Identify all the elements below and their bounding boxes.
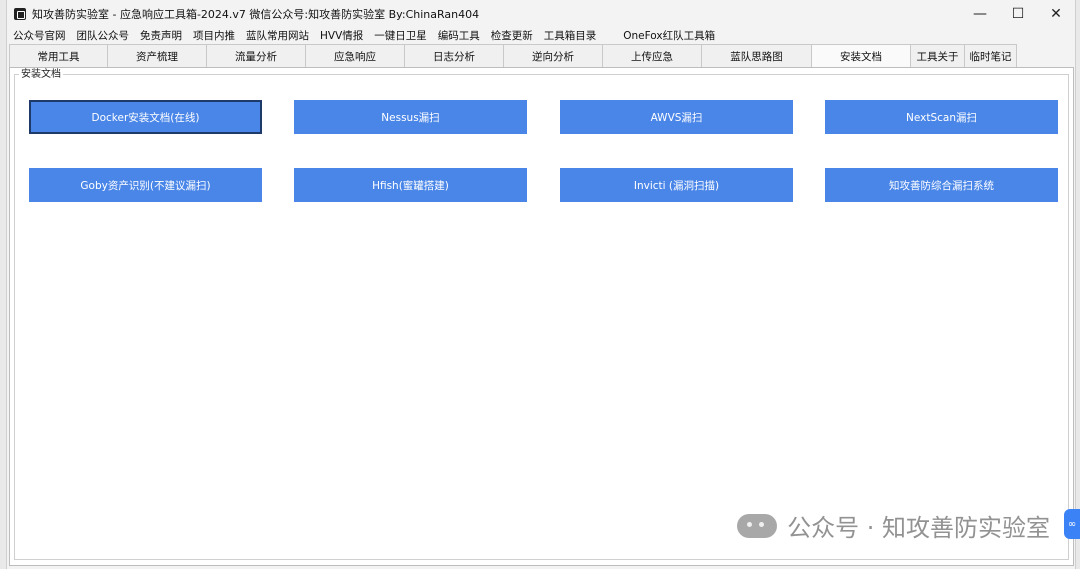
- window-title: 知攻善防实验室 - 应急响应工具箱-2024.v7 微信公众号:知攻善防实验室 …: [32, 7, 480, 21]
- menu-item-satellite[interactable]: 一键日卫星: [374, 28, 427, 43]
- tab-log-analysis[interactable]: 日志分析: [404, 44, 504, 67]
- menu-bar: 公众号官网 团队公众号 免责声明 项目内推 蓝队常用网站 HVV情报 一键日卫星…: [7, 27, 1075, 43]
- menu-item-team-account[interactable]: 团队公众号: [77, 28, 130, 43]
- nextscan-button[interactable]: NextScan漏扫: [825, 100, 1058, 134]
- tab-incident-response[interactable]: 应急响应: [305, 44, 405, 67]
- tab-panel-install-docs: 安装文档 Docker安装文档(在线) Nessus漏扫 AWVS漏扫 Next…: [9, 67, 1074, 566]
- tab-reverse-analysis[interactable]: 逆向分析: [503, 44, 603, 67]
- nessus-button[interactable]: Nessus漏扫: [294, 100, 527, 134]
- maximize-button[interactable]: ☐: [999, 0, 1037, 27]
- app-icon: [14, 7, 26, 20]
- tab-install-docs[interactable]: 安装文档: [811, 44, 911, 67]
- invicti-button[interactable]: Invicti (漏洞扫描): [560, 168, 793, 202]
- tab-bar: 常用工具 资产梳理 流量分析 应急响应 日志分析 逆向分析 上传应急 蓝队思路图…: [9, 44, 1017, 67]
- watermark: 公众号 · 知攻善防实验室: [737, 508, 1050, 543]
- goby-button[interactable]: Goby资产识别(不建议漏扫): [29, 168, 262, 202]
- minimize-button[interactable]: —: [961, 0, 999, 27]
- menu-item-official-site[interactable]: 公众号官网: [13, 28, 66, 43]
- install-docs-group: 安装文档 Docker安装文档(在线) Nessus漏扫 AWVS漏扫 Next…: [14, 69, 1069, 560]
- wechat-icon: [737, 513, 778, 538]
- menu-item-toolbox-dir[interactable]: 工具箱目录: [544, 28, 597, 43]
- menu-item-onefox[interactable]: OneFox红队工具箱: [623, 28, 715, 43]
- tab-common-tools[interactable]: 常用工具: [9, 44, 108, 67]
- menu-item-check-update[interactable]: 检查更新: [491, 28, 533, 43]
- group-label: 安装文档: [19, 69, 63, 81]
- tab-upload-response[interactable]: 上传应急: [602, 44, 702, 67]
- menu-item-hvv-intel[interactable]: HVV情报: [320, 28, 363, 43]
- hfish-button[interactable]: Hfish(蜜罐搭建): [294, 168, 527, 202]
- tab-temp-notes[interactable]: 临时笔记: [964, 44, 1017, 67]
- watermark-text: 公众号 · 知攻善防实验室: [787, 514, 1050, 542]
- menu-item-referral[interactable]: 项目内推: [193, 28, 235, 43]
- menu-item-blue-team-sites[interactable]: 蓝队常用网站: [246, 28, 309, 43]
- window-controls: — ☐ ✕: [961, 0, 1075, 27]
- app-window: 知攻善防实验室 - 应急响应工具箱-2024.v7 微信公众号:知攻善防实验室 …: [6, 0, 1076, 569]
- menu-item-encoding-tools[interactable]: 编码工具: [438, 28, 480, 43]
- tab-traffic-analysis[interactable]: 流量分析: [206, 44, 306, 67]
- tab-blue-team-mindmap[interactable]: 蓝队思路图: [701, 44, 812, 67]
- menu-item-disclaimer[interactable]: 免责声明: [140, 28, 182, 43]
- tab-about[interactable]: 工具关于: [910, 44, 965, 67]
- cloud-badge-icon: ∞: [1064, 509, 1080, 539]
- awvs-button[interactable]: AWVS漏扫: [560, 100, 793, 134]
- zgsf-scanner-button[interactable]: 知攻善防综合漏扫系统: [825, 168, 1058, 202]
- close-button[interactable]: ✕: [1037, 0, 1075, 27]
- docker-docs-button[interactable]: Docker安装文档(在线): [29, 100, 262, 134]
- tab-asset-review[interactable]: 资产梳理: [107, 44, 207, 67]
- title-bar: 知攻善防实验室 - 应急响应工具箱-2024.v7 微信公众号:知攻善防实验室 …: [7, 0, 1075, 27]
